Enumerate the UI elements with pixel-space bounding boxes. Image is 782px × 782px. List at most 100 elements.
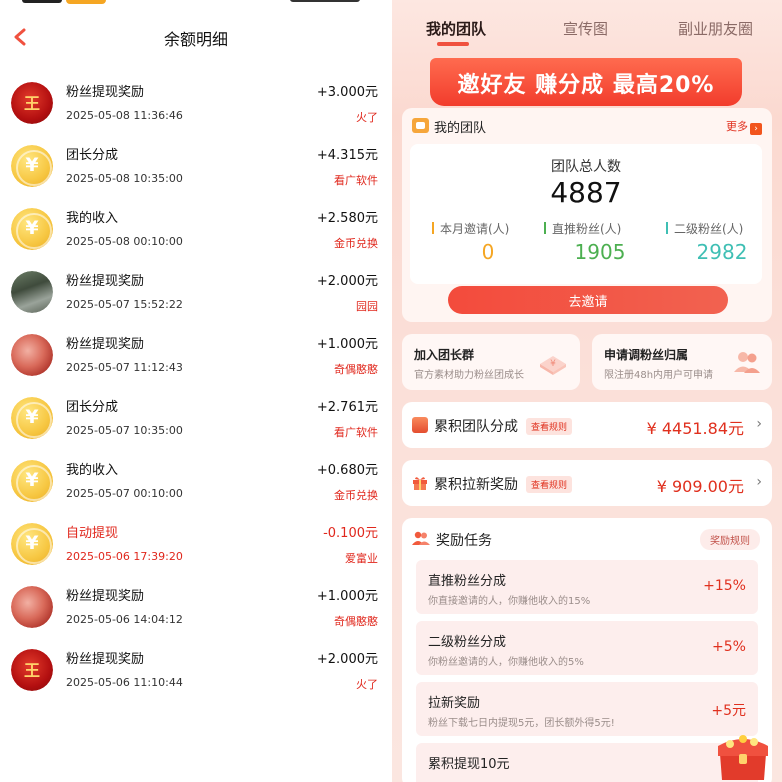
new-user-reward-title: 累积拉新奖励	[434, 477, 518, 493]
record-source: 奇偶憨憨	[334, 615, 378, 628]
apply-fan-ownership-card[interactable]: 申请调粉丝归属 限注册48h内用户可申请	[592, 334, 772, 390]
reward-rules-button[interactable]: 奖励规则	[700, 529, 760, 550]
new-user-reward-rule-link[interactable]: 查看规则	[526, 476, 573, 493]
task-title: 累积提现10元	[428, 757, 510, 772]
balance-record-row[interactable]: 粉丝提现奖励 2025-05-07 11:12:43 +1.000元 奇偶憨憨	[0, 330, 392, 393]
task-title: 二级粉丝分成	[428, 635, 507, 650]
users-icon	[412, 531, 430, 545]
avatar	[11, 586, 53, 628]
task-second-level-commission: 二级粉丝分成 你粉丝邀请的人，你赚他收入的5% +5%	[416, 621, 758, 675]
gift-icon	[413, 477, 427, 490]
balance-record-row[interactable]: ¥ 团长分成 2025-05-08 10:35:00 +4.315元 看广软件	[0, 141, 392, 204]
page-title: 余额明细	[163, 30, 228, 49]
team-commission-title: 累积团队分成	[434, 419, 518, 435]
tab-side-job-moments[interactable]: 副业朋友圈	[678, 18, 753, 39]
invite-button-label: 去邀请	[568, 295, 608, 310]
status-bar	[0, 0, 392, 6]
stat-direct-fans: 直推粉丝(人) 1905	[544, 220, 656, 270]
record-title: 粉丝提现奖励	[66, 274, 145, 289]
task-subtitle: 粉丝下载七日内提现5元，团长额外得5元!	[428, 718, 615, 729]
record-amount: +3.000元	[316, 85, 378, 100]
balance-record-row[interactable]: 粉丝提现奖励 2025-05-07 15:52:22 +2.000元 园园	[0, 267, 392, 330]
yuan-glyph: ¥	[25, 406, 39, 428]
task-title: 拉新奖励	[428, 696, 481, 711]
yuan-glyph: ¥	[25, 154, 39, 176]
more-link[interactable]: 更多 ›	[726, 118, 762, 135]
avatar	[11, 334, 53, 376]
avatar: 王	[11, 649, 53, 691]
balance-record-row[interactable]: ¥ 团长分成 2025-05-07 10:35:00 +2.761元 看广软件	[0, 393, 392, 456]
avatar: ¥	[11, 460, 53, 502]
tab-promo-images[interactable]: 宣传图	[563, 18, 608, 39]
balance-record-row[interactable]: ¥ 我的收入 2025-05-08 00:10:00 +2.580元 金币兑换	[0, 204, 392, 267]
status-bar-badge	[66, 0, 106, 4]
new-user-reward-row[interactable]: 累积拉新奖励 查看规则 ¥ 909.00元 ›	[402, 460, 772, 506]
stat-second-level-fans: 二级粉丝(人) 2982	[666, 220, 778, 270]
yuan-glyph: ¥	[25, 532, 39, 554]
task-subtitle: 你粉丝邀请的人，你赚他收入的5%	[428, 657, 584, 668]
record-time: 2025-05-08 11:36:46	[66, 109, 183, 122]
chevron-right-icon: ›	[750, 123, 762, 135]
back-button[interactable]	[8, 22, 34, 52]
avatar: ¥	[11, 397, 53, 439]
join-leader-group-card[interactable]: 加入团长群 官方素材助力粉丝团成长 ¥	[402, 334, 580, 390]
balance-record-row[interactable]: ¥ 自动提现 2025-05-06 17:39:20 -0.100元 爱富业	[0, 519, 392, 582]
treasure-chest-icon[interactable]	[712, 732, 774, 782]
record-time: 2025-05-08 10:35:00	[66, 172, 183, 185]
record-time: 2025-05-06 17:39:20	[66, 550, 183, 563]
task-cumulative-withdraw: 累积提现10元	[416, 743, 758, 782]
join-leader-group-title: 加入团长群	[414, 348, 475, 362]
apply-fan-ownership-title: 申请调粉丝归属	[604, 348, 689, 362]
emblem-glyph: 王	[23, 94, 40, 113]
coins-icon	[412, 417, 428, 433]
status-bar-icons	[290, 0, 360, 2]
team-commission-row[interactable]: 累积团队分成 查看规则 ¥ 4451.84元 ›	[402, 402, 772, 448]
more-link-label: 更多	[726, 120, 748, 133]
record-source: 园园	[356, 300, 378, 313]
stat-value: 2982	[696, 240, 748, 264]
food-photo-avatar	[11, 334, 53, 376]
balance-record-row[interactable]: 粉丝提现奖励 2025-05-06 14:04:12 +1.000元 奇偶憨憨	[0, 582, 392, 645]
photo-avatar	[11, 271, 53, 313]
record-source: 金币兑换	[334, 237, 378, 250]
avatar	[11, 271, 53, 313]
record-amount: +0.680元	[316, 463, 378, 478]
task-value: +15%	[703, 578, 746, 594]
tab-my-team[interactable]: 我的团队	[426, 18, 486, 39]
record-amount: -0.100元	[323, 526, 378, 541]
record-time: 2025-05-07 10:35:00	[66, 424, 183, 437]
yuan-coin-icon: ¥	[11, 397, 53, 439]
stat-monthly-invites: 本月邀请(人) 0	[432, 220, 544, 270]
balance-record-row[interactable]: ¥ 我的收入 2025-05-07 00:10:00 +0.680元 金币兑换	[0, 456, 392, 519]
stat-label: 本月邀请(人)	[440, 222, 510, 236]
yuan-glyph: ¥	[25, 217, 39, 239]
record-time: 2025-05-08 00:10:00	[66, 235, 183, 248]
team-commission-rule-link[interactable]: 查看规则	[526, 418, 573, 435]
promo-banner: 邀好友 赚分成 最高20%	[430, 58, 742, 106]
record-source: 火了	[356, 111, 378, 124]
record-time: 2025-05-07 11:12:43	[66, 361, 183, 374]
record-title: 粉丝提现奖励	[66, 337, 145, 352]
record-amount: +4.315元	[316, 148, 378, 163]
invite-button[interactable]: 去邀请	[448, 286, 728, 314]
red-emblem-avatar: 王	[11, 649, 53, 691]
group-banner-icon: ¥	[540, 356, 566, 375]
avatar: ¥	[11, 145, 53, 187]
stat-value: 0	[481, 240, 495, 264]
record-amount: +1.000元	[316, 337, 378, 352]
team-icon	[412, 118, 429, 133]
status-bar-time	[22, 0, 62, 3]
task-title: 直推粉丝分成	[428, 574, 507, 589]
balance-record-row[interactable]: 王 粉丝提现奖励 2025-05-08 11:36:46 +3.000元 火了	[0, 78, 392, 141]
task-value: +5%	[712, 639, 746, 655]
stat-bar	[666, 222, 668, 234]
users-icon	[734, 352, 760, 373]
team-stats-box: 团队总人数 4887 本月邀请(人) 0 直推粉丝(人) 1905 二级粉丝(人…	[410, 144, 762, 284]
task-direct-fan-commission: 直推粉丝分成 你直接邀请的人，你赚他收入的15% +15%	[416, 560, 758, 614]
task-subtitle: 你直接邀请的人，你赚他收入的15%	[428, 596, 591, 607]
balance-record-row[interactable]: 王 粉丝提现奖励 2025-05-06 11:10:44 +2.000元 火了	[0, 645, 392, 708]
record-time: 2025-05-06 11:10:44	[66, 676, 183, 689]
stat-label: 直推粉丝(人)	[552, 222, 622, 236]
apply-fan-ownership-subtitle: 限注册48h内用户可申请	[604, 370, 714, 381]
team-card: 我的团队 更多 › 团队总人数 4887 本月邀请(人) 0 直推粉丝(人) 19…	[402, 108, 772, 322]
